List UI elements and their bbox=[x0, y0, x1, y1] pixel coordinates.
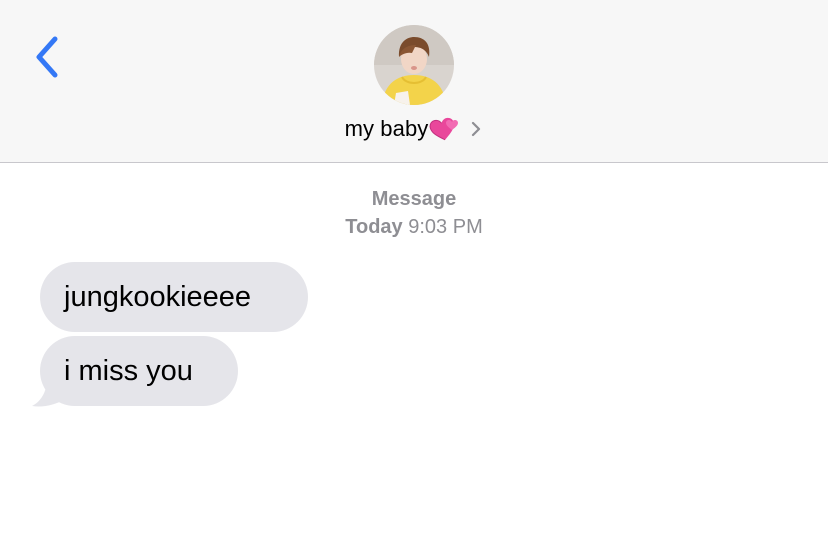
message-bubble[interactable]: i miss you bbox=[40, 336, 238, 406]
revolving-hearts-icon bbox=[429, 117, 459, 141]
contact-name-button[interactable]: my baby bbox=[0, 112, 828, 146]
message-text: jungkookieeee bbox=[64, 280, 252, 313]
timestamp-day: Today bbox=[345, 216, 403, 238]
message-bubble[interactable]: jungkookieeee bbox=[40, 262, 308, 332]
message-timestamp: Today 9:03 PM bbox=[0, 216, 828, 239]
message-text: i miss you bbox=[64, 354, 193, 387]
conversation-header: my baby bbox=[0, 0, 828, 163]
back-button[interactable] bbox=[28, 32, 68, 84]
avatar-photo bbox=[374, 25, 454, 105]
contact-name: my baby bbox=[344, 116, 429, 141]
service-label: Message bbox=[371, 188, 457, 210]
timestamp-time: 9:03 PM bbox=[408, 216, 483, 238]
chevron-left-icon bbox=[36, 36, 58, 78]
chevron-right-icon bbox=[472, 121, 481, 137]
avatar[interactable] bbox=[374, 25, 454, 105]
